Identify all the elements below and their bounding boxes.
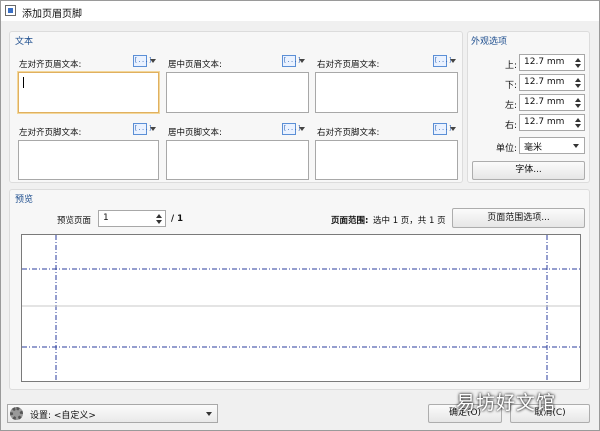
macro-icon: [...]	[133, 123, 152, 135]
appearance-group-label: 外观选项	[471, 37, 508, 47]
unit-label: 单位:	[495, 144, 517, 154]
header-right-label: 右对齐页眉文本:	[317, 60, 380, 70]
footer-right-macro-button[interactable]: [...]	[433, 123, 457, 136]
footer-center-textarea[interactable]	[166, 140, 309, 180]
preview-page-spinbox[interactable]: 1	[98, 210, 166, 227]
macro-icon: [...]	[133, 55, 152, 67]
preview-group-label: 预览	[15, 195, 34, 205]
chevron-down-icon	[450, 127, 456, 131]
spin-down-icon[interactable]	[575, 124, 581, 128]
spin-down-icon[interactable]	[156, 220, 162, 224]
spin-down-icon[interactable]	[575, 84, 581, 88]
margin-bottom-label: 下:	[504, 81, 517, 91]
spin-up-icon[interactable]	[156, 214, 162, 218]
text-group-label: 文本	[15, 37, 34, 47]
window-title: 添加页眉页脚	[22, 9, 82, 20]
page-range-text: 选中 1 页，共 1 页	[373, 216, 446, 226]
macro-icon: [...]	[282, 55, 301, 67]
margin-right-label: 右:	[504, 121, 517, 131]
margin-left-spinbox[interactable]: 12.7 mm	[519, 94, 585, 111]
spin-up-icon[interactable]	[575, 58, 581, 62]
header-center-textarea[interactable]	[166, 72, 309, 113]
preview-page-total: / 1	[171, 214, 183, 224]
chevron-down-icon	[573, 144, 579, 148]
chevron-down-icon	[299, 127, 305, 131]
footer-center-label: 居中页脚文本:	[168, 128, 222, 138]
header-left-label: 左对齐页眉文本:	[19, 60, 82, 70]
margin-bottom-value: 12.7 mm	[524, 77, 565, 87]
chevron-down-icon	[450, 59, 456, 63]
page-range-label: 页面范围:	[331, 216, 369, 226]
footer-left-macro-button[interactable]: [...]	[133, 123, 157, 136]
app-icon	[5, 5, 16, 16]
font-button[interactable]: 字体...	[472, 161, 585, 180]
spin-up-icon[interactable]	[575, 78, 581, 82]
unit-value: 毫米	[524, 143, 543, 153]
margin-top-label: 上:	[504, 61, 517, 71]
unit-select[interactable]: 毫米	[519, 137, 585, 154]
footer-left-label: 左对齐页脚文本:	[19, 128, 82, 138]
macro-icon: [...]	[282, 123, 301, 135]
footer-left-textarea[interactable]	[18, 140, 159, 180]
header-center-macro-button[interactable]: [...]	[282, 55, 306, 68]
margin-right-spinbox[interactable]: 12.7 mm	[519, 114, 585, 131]
macro-icon: [...]	[433, 55, 452, 67]
preview-canvas	[21, 234, 581, 382]
header-right-textarea[interactable]	[315, 72, 458, 113]
preview-page-value: 1	[103, 213, 109, 223]
footer-right-textarea[interactable]	[315, 140, 458, 180]
chevron-down-icon	[150, 127, 156, 131]
preview-page-label: 预览页面	[57, 216, 92, 226]
text-caret	[23, 77, 24, 88]
chevron-down-icon	[299, 59, 305, 63]
chevron-down-icon	[206, 412, 212, 416]
header-right-macro-button[interactable]: [...]	[433, 55, 457, 68]
spin-down-icon[interactable]	[575, 64, 581, 68]
spin-up-icon[interactable]	[575, 118, 581, 122]
macro-icon: [...]	[433, 123, 452, 135]
settings-select[interactable]: 设置: <自定义>	[7, 404, 218, 423]
margin-bottom-spinbox[interactable]: 12.7 mm	[519, 74, 585, 91]
spin-down-icon[interactable]	[575, 104, 581, 108]
footer-right-label: 右对齐页脚文本:	[317, 128, 380, 138]
header-center-label: 居中页眉文本:	[168, 60, 222, 70]
margin-top-spinbox[interactable]: 12.7 mm	[519, 54, 585, 71]
dialog-window: 添加页眉页脚 文本 左对齐页眉文本: [...] 居中页眉文本: [...] 右…	[0, 0, 600, 431]
spin-up-icon[interactable]	[575, 98, 581, 102]
margin-left-label: 左:	[504, 101, 517, 111]
watermark-text: 易坊好文馆	[456, 392, 557, 414]
margin-left-value: 12.7 mm	[524, 97, 565, 107]
margin-top-value: 12.7 mm	[524, 57, 565, 67]
gear-icon	[10, 407, 23, 420]
footer-center-macro-button[interactable]: [...]	[282, 123, 306, 136]
margin-right-value: 12.7 mm	[524, 117, 565, 127]
preview-margin-guides	[22, 235, 580, 381]
page-range-options-button[interactable]: 页面范围选项...	[452, 208, 585, 228]
title-bar: 添加页眉页脚	[1, 1, 599, 21]
chevron-down-icon	[150, 59, 156, 63]
header-left-macro-button[interactable]: [...]	[133, 55, 157, 68]
settings-value: 设置: <自定义>	[30, 411, 96, 421]
header-left-textarea[interactable]	[18, 72, 159, 113]
